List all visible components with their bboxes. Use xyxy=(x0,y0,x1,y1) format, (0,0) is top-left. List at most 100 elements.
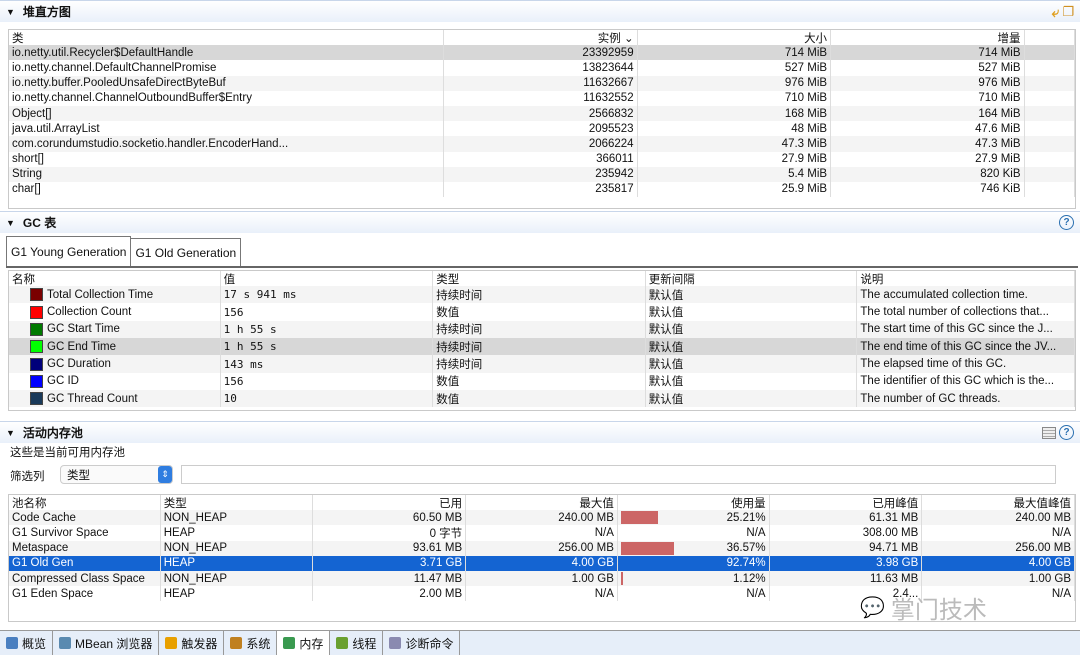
table-cell: 1.00 GB xyxy=(466,570,618,587)
table-row[interactable]: String 235942 5.4 MiB 820 KiB xyxy=(9,166,1075,182)
table-row[interactable]: short[] 366011 27.9 MiB 27.9 MiB xyxy=(9,151,1075,167)
bottom-tab-2[interactable]: 触发器 xyxy=(159,631,225,655)
collapse-triangle-icon[interactable]: ▼ xyxy=(6,218,15,228)
column-header[interactable]: 值 xyxy=(221,271,434,287)
table-row[interactable]: io.netty.buffer.PooledUnsafeDirectByteBu… xyxy=(9,75,1075,91)
table-row[interactable]: Object[] 2566832 168 MiB 164 MiB xyxy=(9,105,1075,122)
table-row[interactable]: char[] 235817 25.9 MiB 746 KiB xyxy=(9,181,1075,198)
used-text: 93.61 MB xyxy=(412,542,463,555)
table-row[interactable]: GC Start Time 1 h 55 s 持续时间 默认值 The start ti… xyxy=(9,320,1075,339)
column-header[interactable]: 类型 xyxy=(161,495,314,511)
heap-histogram-header[interactable]: ▼ 堆直方图 ⤶ ❐ xyxy=(0,0,1080,22)
table-row[interactable]: Collection Count 156 数值 默认值 The total number… xyxy=(9,303,1075,321)
interval-text: 默认值 xyxy=(648,359,684,372)
cell-filler xyxy=(1025,121,1075,137)
desc-text: The accumulated collection time. xyxy=(860,288,1028,301)
table-row[interactable]: G1 Old Gen HEAP 3.71 GB 4.00 GB 92.74% 3.98 G… xyxy=(9,555,1075,571)
refresh-icon[interactable]: ⤶ xyxy=(1052,4,1060,21)
table-cell: 0 字节 xyxy=(313,525,467,541)
table-row[interactable]: Total Collection Time 17 s 941 ms 持续时间 默认值 T… xyxy=(9,286,1075,304)
table-row[interactable]: GC ID 156 数值 默认值 The identifier of this GC w… xyxy=(9,372,1075,390)
table-row[interactable]: GC Duration 143 ms 持续时间 默认值 The elapsed time… xyxy=(9,355,1075,373)
heap-histogram-table[interactable]: 类实例 ⌄ 大小 增量 io.netty.util.Recycler$DefaultH… xyxy=(8,29,1076,209)
bottom-tab-3[interactable]: 系统 xyxy=(224,631,278,655)
table-row[interactable]: Compressed Class Space NON_HEAP 11.47 MB 1.… xyxy=(9,570,1075,587)
table-cell: io.netty.util.Recycler$DefaultHandle xyxy=(9,45,445,61)
type-text: 持续时间 xyxy=(436,324,483,337)
column-header[interactable]: 类 xyxy=(9,30,445,46)
max-text: 1.00 GB xyxy=(571,572,614,585)
color-swatch[interactable] xyxy=(30,305,43,319)
column-header[interactable]: 类型 xyxy=(433,271,646,287)
bottom-tab-label: MBean 浏览器 xyxy=(75,636,153,651)
color-swatch[interactable] xyxy=(30,340,43,354)
column-header[interactable]: 大小 xyxy=(638,30,832,46)
table-cell: 47.3 MiB xyxy=(831,136,1025,152)
gc-header-row: 名称值类型 更新间隔 说明 xyxy=(9,271,1075,287)
column-header[interactable]: 增量 xyxy=(831,30,1025,46)
bottom-tab-6[interactable]: 诊断命令 xyxy=(383,631,461,655)
column-header[interactable]: 最大值 xyxy=(466,495,618,511)
table-row[interactable]: GC End Time 1 h 55 s 持续时间 默认值 The end time o… xyxy=(9,338,1075,356)
bottom-tab-4[interactable]: 内存 xyxy=(277,631,331,655)
table-row[interactable]: io.netty.channel.DefaultChannelPromise 13… xyxy=(9,60,1075,76)
collapse-triangle-icon[interactable]: ▼ xyxy=(6,428,15,438)
type-text: 数值 xyxy=(436,376,460,389)
table-cell: N/A xyxy=(618,525,770,541)
filter-input[interactable] xyxy=(181,465,1056,484)
table-cell: Code Cache xyxy=(9,510,161,526)
table-row[interactable]: io.netty.channel.ChannelOutboundBuffer$E… xyxy=(9,90,1075,106)
column-header[interactable]: 实例 ⌄ xyxy=(444,30,638,46)
table-cell: String xyxy=(9,166,445,182)
bottom-tab-0[interactable]: 概览 xyxy=(0,631,54,655)
column-header[interactable]: 最大值峰值 xyxy=(922,495,1075,511)
tab-g1-young-generation[interactable]: G1 Young Generation xyxy=(6,236,132,266)
desc-text: The end time of this GC since the JV... xyxy=(860,340,1057,353)
column-header[interactable]: 使用量 xyxy=(618,495,770,511)
column-header[interactable]: 池名称 xyxy=(9,495,161,511)
table-cell: 17 s 941 ms xyxy=(221,286,434,304)
system-icon xyxy=(230,637,243,649)
filter-column-select[interactable]: 类型 ⇕ xyxy=(60,465,173,484)
color-swatch[interactable] xyxy=(30,322,43,336)
help-icon[interactable]: ? xyxy=(1059,425,1074,440)
table-cell: 47.6 MiB xyxy=(831,121,1025,137)
color-swatch[interactable] xyxy=(30,392,43,406)
column-header[interactable]: 名称 xyxy=(9,271,221,287)
bottom-tab-5[interactable]: 线程 xyxy=(330,631,384,655)
tab-g1-old-generation[interactable]: G1 Old Generation xyxy=(131,238,242,266)
table-cell: 746 KiB xyxy=(831,181,1025,198)
color-swatch[interactable] xyxy=(30,288,43,302)
column-header[interactable]: 已用峰值 xyxy=(770,495,923,511)
color-swatch[interactable] xyxy=(30,374,43,388)
column-header[interactable]: 更新间隔 xyxy=(646,271,858,287)
bottom-tab-1[interactable]: MBean 浏览器 xyxy=(53,631,160,655)
collapse-triangle-icon[interactable]: ▼ xyxy=(6,7,15,17)
table-row[interactable]: G1 Survivor Space HEAP 0 字节 N/A N/A 308.00 MB… xyxy=(9,525,1075,541)
table-settings-icon[interactable] xyxy=(1042,427,1056,439)
overview-icon xyxy=(6,637,18,649)
help-icon[interactable]: ? xyxy=(1059,215,1074,230)
gc-table-header[interactable]: ▼ GC 表 ? xyxy=(0,211,1080,233)
color-swatch[interactable] xyxy=(30,357,43,371)
memory-pools-header[interactable]: ▼ 活动内存池 ? xyxy=(0,421,1080,443)
table-row[interactable]: io.netty.util.Recycler$DefaultHandle 2339… xyxy=(9,45,1075,61)
heap-header-row: 类实例 ⌄ 大小 增量 xyxy=(9,30,1075,46)
table-row[interactable]: Code Cache NON_HEAP 60.50 MB 240.00 MB 25.21… xyxy=(9,510,1075,526)
table-row[interactable]: Metaspace NON_HEAP 93.61 MB 256.00 MB 36.57%… xyxy=(9,540,1075,556)
copy-icon[interactable]: ❐ xyxy=(1062,4,1074,21)
column-header[interactable]: 说明 xyxy=(857,271,1075,287)
table-row[interactable]: GC Thread Count 10 数值 默认值 The number of GC t… xyxy=(9,389,1075,408)
table-row[interactable]: java.util.ArrayList 2095523 48 MiB 47.6 MiB xyxy=(9,121,1075,137)
bottom-tab-label: 线程 xyxy=(352,636,377,651)
table-cell: 47.3 MiB xyxy=(638,136,832,152)
filter-label: 筛选列 xyxy=(10,471,45,483)
name-text: Compressed Class Space xyxy=(12,572,145,585)
type-text: HEAP xyxy=(163,557,196,570)
table-row[interactable]: com.corundumstudio.socketio.handler.Enco… xyxy=(9,136,1075,152)
desc-text: The identifier of this GC which is the..… xyxy=(860,375,1055,388)
gc-table[interactable]: 名称值类型 更新间隔 说明 Total Collection Time 17 s 941… xyxy=(8,270,1076,411)
column-header[interactable]: 已用 xyxy=(313,495,467,511)
memory-pools-subtitle: 这些是当前可用内存池 xyxy=(10,447,125,459)
table-cell: 10 xyxy=(221,389,434,408)
